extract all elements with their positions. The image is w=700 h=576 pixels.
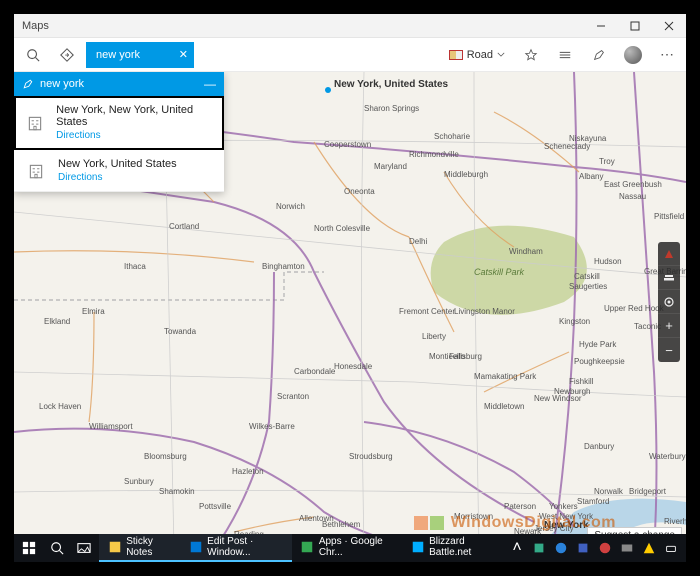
map-style-label: Road <box>467 49 493 61</box>
zoom-in-button[interactable]: + <box>658 314 680 338</box>
more-icon[interactable]: ⋯ <box>652 40 682 70</box>
directions-icon[interactable] <box>52 40 82 70</box>
result-directions-link[interactable]: Directions <box>58 172 177 183</box>
result-directions-link[interactable]: Directions <box>56 130 216 141</box>
result-name: New York, United States <box>58 158 177 170</box>
building-icon <box>22 158 50 183</box>
tray-app-icon[interactable] <box>530 539 548 557</box>
taskbar-app-label: Apps · Google Chr... <box>319 536 394 558</box>
tray-up-icon[interactable]: ˄ <box>508 539 526 557</box>
search-results-panel: new york — New York, New York, United St… <box>14 72 224 192</box>
task-view-icon[interactable] <box>72 534 98 562</box>
user-avatar[interactable] <box>618 40 648 70</box>
taskbar-app[interactable]: Blizzard Battle.net <box>402 534 504 562</box>
search-query: new york <box>96 49 171 61</box>
tray-app-icon[interactable] <box>552 539 570 557</box>
start-button[interactable] <box>16 534 42 562</box>
taskbar-app-label: Edit Post · Window... <box>207 536 284 558</box>
taskbar-app-label: Sticky Notes <box>126 536 172 558</box>
taskbar-app-icon <box>300 538 315 556</box>
close-button[interactable] <box>652 14 686 38</box>
minimize-button[interactable] <box>584 14 618 38</box>
search-icon[interactable] <box>18 40 48 70</box>
result-name: New York, New York, United States <box>56 104 216 128</box>
tray-app-icon[interactable] <box>596 539 614 557</box>
map-style-icon <box>449 50 463 60</box>
taskbar: Sticky Notes Edit Post · Window... Apps · … <box>14 534 686 562</box>
toolbar: new york ✕ Road ⋯ <box>14 38 686 72</box>
taskbar-app-label: Blizzard Battle.net <box>429 536 496 558</box>
taskbar-app-icon <box>188 538 203 556</box>
collections-icon[interactable] <box>550 40 580 70</box>
map-viewport[interactable]: New York, United States Catskill Park Sh… <box>14 72 686 562</box>
search-panel-header[interactable]: new york — <box>14 72 224 96</box>
taskbar-app-icon <box>107 538 122 556</box>
taskbar-app[interactable]: Edit Post · Window... <box>180 534 292 562</box>
window-title: Maps <box>14 20 584 32</box>
taskbar-app[interactable]: Sticky Notes <box>99 534 180 562</box>
tilt-button[interactable] <box>658 266 680 290</box>
favorites-icon[interactable] <box>516 40 546 70</box>
system-tray[interactable]: ˄ <box>508 539 684 557</box>
tray-app-icon[interactable] <box>640 539 658 557</box>
search-result[interactable]: New York, United States Directions <box>14 150 224 192</box>
panel-query-label: new york <box>40 78 198 90</box>
chevron-down-icon <box>497 52 505 57</box>
building-icon <box>22 104 48 141</box>
zoom-out-button[interactable]: − <box>658 338 680 362</box>
map-controls: + − <box>658 242 680 362</box>
maximize-button[interactable] <box>618 14 652 38</box>
compass-button[interactable] <box>658 242 680 266</box>
title-bar: Maps <box>14 14 686 38</box>
clear-search-icon[interactable]: ✕ <box>179 48 188 61</box>
search-result[interactable]: New York, New York, United States Direct… <box>14 96 224 150</box>
ink-icon[interactable] <box>584 40 614 70</box>
search-taskbar-icon[interactable] <box>44 534 70 562</box>
taskbar-app[interactable]: Apps · Google Chr... <box>292 534 402 562</box>
search-box[interactable]: new york ✕ <box>86 42 194 68</box>
panel-minimize-icon[interactable]: — <box>204 77 216 91</box>
tray-app-icon[interactable] <box>574 539 592 557</box>
taskbar-app-icon <box>410 538 425 556</box>
tray-app-icon[interactable] <box>618 539 636 557</box>
tray-network-icon[interactable] <box>662 539 680 557</box>
map-style-selector[interactable]: Road <box>442 40 512 70</box>
pencil-icon <box>22 78 34 90</box>
locate-button[interactable] <box>658 290 680 314</box>
